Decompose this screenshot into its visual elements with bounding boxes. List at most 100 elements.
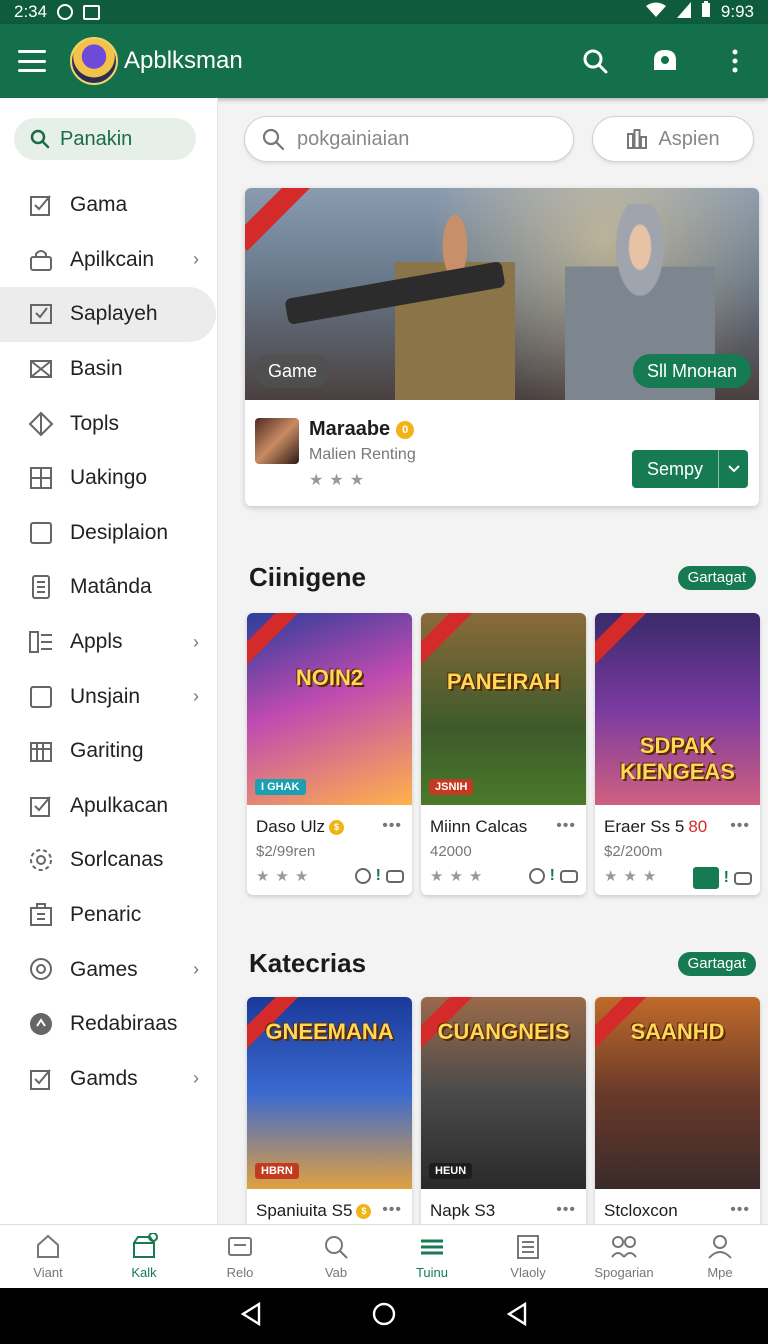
tab-label: Viant — [33, 1265, 63, 1280]
tab-item[interactable]: Mpe — [672, 1225, 768, 1288]
app-card[interactable]: SAANHD Stcloxcon ••• — [595, 997, 760, 1224]
search-icon[interactable] — [580, 46, 610, 76]
chevron-right-icon: › — [193, 959, 199, 980]
sidebar-item-label: Gamds — [70, 1066, 138, 1090]
sidebar-item[interactable]: Sorlcanas — [0, 833, 217, 888]
checkbox-icon — [28, 793, 54, 819]
section-header: Katecrias Gartagat — [249, 948, 756, 979]
sidebar-item[interactable]: Apulkacan — [0, 779, 217, 834]
card-title: Daso Ulz $ — [256, 817, 344, 837]
bottom-navigation: Viant Kalk Relo Vab Tuinu Vlaoly Spogari… — [0, 1224, 768, 1288]
sidebar-item[interactable]: Unsjain › — [0, 669, 217, 724]
sidebar-item[interactable]: Basin — [0, 342, 217, 397]
more-icon[interactable]: ••• — [730, 817, 750, 835]
app-card[interactable]: NOIN2 I GHAK Daso Ulz $ ••• $2/99ren ★★★… — [247, 613, 412, 895]
sidebar-item[interactable]: Penaric — [0, 888, 217, 943]
sidebar-item-label: Desiplaion — [70, 520, 169, 544]
tab-item[interactable]: Relo — [192, 1225, 288, 1288]
app-title: Apblksman — [124, 47, 243, 74]
tab-item[interactable]: Spogarian — [576, 1225, 672, 1288]
sidebar-item[interactable]: Matânda — [0, 560, 217, 615]
sidebar-item-label: Apilkcain — [70, 247, 155, 271]
sidebar-item[interactable]: Saplayeh — [0, 287, 216, 342]
card-title: Napk S3 — [430, 1201, 495, 1221]
card-price: 42000 — [430, 843, 472, 860]
app-card[interactable]: CUANGNEIS HEUN Napk S3 ••• — [421, 997, 586, 1224]
rating-stars: ★★★ — [430, 868, 489, 885]
app-card[interactable]: GNEEMANA HBRN Spaniuita S5 $ ••• — [247, 997, 412, 1224]
sidebar-item-label: Appls — [70, 630, 123, 654]
tab-item[interactable]: Viant — [0, 1225, 96, 1288]
rating-stars: ★★★ — [604, 868, 663, 885]
building-icon — [28, 902, 54, 928]
clock-left: 2:34 — [14, 2, 48, 21]
tab-item[interactable]: Vlaoly — [480, 1225, 576, 1288]
chevron-down-icon[interactable] — [718, 450, 748, 488]
card-name: Napk S3 — [430, 1201, 496, 1220]
sidebar-item[interactable]: Games › — [0, 942, 217, 997]
search-input[interactable]: pokgainiaian — [244, 116, 574, 162]
sidebar-search-button[interactable]: Panakin — [14, 118, 196, 160]
main-content: pokgainiaian Aspien Game Sll Mnoнan Mara… — [218, 98, 768, 1224]
filter-button[interactable]: Aspien — [592, 116, 754, 162]
card-title: Spaniuita S5 $ — [256, 1201, 372, 1221]
menu-icon[interactable] — [18, 50, 46, 72]
tab-label: Spogarian — [594, 1265, 654, 1280]
coin-icon: $ — [356, 1203, 372, 1219]
more-icon[interactable]: ••• — [382, 1201, 402, 1219]
more-vert-icon[interactable] — [720, 46, 750, 76]
sidebar-item[interactable]: Desiplaion — [0, 506, 217, 561]
play-icon[interactable] — [692, 867, 719, 889]
sidebar-item[interactable]: Gama — [0, 178, 217, 233]
document-icon — [28, 574, 54, 600]
bars-icon — [627, 129, 648, 149]
sidebar-item[interactable]: Apilkcain › — [0, 233, 217, 288]
sidebar-item-label: Gariting — [70, 739, 144, 763]
more-icon[interactable]: ••• — [556, 1201, 576, 1219]
tab-item[interactable]: Kalk — [96, 1225, 192, 1288]
status-bar: 2:34 9:93 — [0, 0, 768, 24]
tab-item[interactable]: Vab — [288, 1225, 384, 1288]
tab-item[interactable]: Tuinu — [384, 1225, 480, 1288]
featured-title: Maraabe 0 — [309, 418, 415, 441]
more-icon[interactable]: ••• — [730, 1201, 750, 1219]
sidebar-item[interactable]: Appls › — [0, 615, 217, 670]
sidebar-item[interactable]: Gamds › — [0, 1052, 217, 1107]
home-circle-icon[interactable] — [372, 1302, 396, 1331]
sidebar-item[interactable]: Gariting — [0, 724, 217, 779]
section-see-all[interactable]: Gartagat — [677, 951, 756, 976]
chat-icon[interactable] — [650, 46, 680, 76]
more-icon[interactable]: ••• — [382, 817, 402, 835]
lock-icon — [28, 247, 54, 273]
rating-stars: ★★★ — [256, 868, 315, 885]
card-artwork: NOIN2 I GHAK — [247, 613, 412, 805]
app-card[interactable]: PANEIRAH JSNIH Miinn Calcas ••• 42000 ★★… — [421, 613, 586, 895]
more-icon[interactable]: ••• — [556, 817, 576, 835]
section-see-all[interactable]: Gartagat — [677, 565, 756, 590]
art-badge: I GHAK — [255, 779, 306, 795]
search-icon — [262, 128, 285, 151]
menu-lines-icon — [421, 1239, 443, 1255]
card-artwork: SDPAK KIENGEAS — [595, 613, 760, 805]
sidebar-item-label: Topls — [70, 411, 120, 435]
card-name: Miinn Calcas — [430, 817, 528, 836]
recents-icon[interactable] — [506, 1301, 528, 1331]
sidebar-item-label: Penaric — [70, 903, 142, 927]
featured-install-button[interactable]: Sempy — [632, 450, 748, 488]
sidebar-item-label: Sorlcanas — [70, 848, 164, 872]
tab-label: Vab — [324, 1265, 348, 1280]
sidebar-search-label: Panakin — [60, 127, 133, 150]
sidebar-item[interactable]: Redabiraas — [0, 997, 217, 1052]
sidebar-item[interactable]: Uakingo — [0, 451, 217, 506]
featured-action-chip[interactable]: Sll Mnoнan — [633, 354, 751, 388]
coin-icon: $ — [328, 819, 344, 835]
back-icon[interactable] — [240, 1301, 262, 1331]
featured-card[interactable]: Game Sll Mnoнan Maraabe 0 Malien Renting… — [245, 188, 759, 506]
controller-icon — [560, 869, 578, 883]
sidebar-item[interactable]: Topls — [0, 396, 217, 451]
card-title: Miinn Calcas — [430, 817, 527, 837]
app-card[interactable]: SDPAK KIENGEAS Eraer Ss 5 80 ••• $2/200m… — [595, 613, 760, 895]
sidebar-item-label: Redabiraas — [70, 1012, 178, 1036]
art-title: GNEEMANA — [265, 1019, 394, 1044]
sidebar-item-label: Apulkacan — [70, 793, 169, 817]
